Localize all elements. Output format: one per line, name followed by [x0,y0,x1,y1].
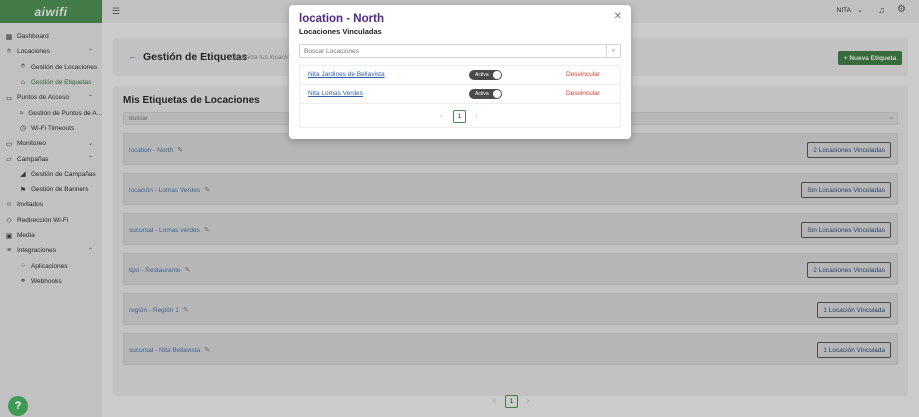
status-toggle[interactable]: Activa [469,89,502,99]
search-icon[interactable]: ⌕ [606,45,620,57]
chevron-right-icon[interactable]: › [475,113,477,120]
toggle-label: Activa [475,91,489,97]
close-icon[interactable]: ✕ [614,11,622,22]
modal-subtitle: Locaciones Vinculadas [299,27,382,36]
page-number[interactable]: 1 [453,110,466,123]
help-button[interactable]: ? [8,396,28,416]
modal-pagination: ‹ 1 › [289,110,631,124]
table-row: Nita Jardines de Bellavista Activa Desvi… [300,66,620,85]
toggle-label: Activa [475,72,489,78]
question-mark-icon: ? [14,400,22,412]
table-row: Nita Lomas Verdes Activa Desvincular [300,85,620,104]
chevron-left-icon[interactable]: ‹ [440,113,442,120]
locations-search-input[interactable] [300,45,607,57]
location-link[interactable]: Nita Lomas Verdes [308,90,363,97]
unlink-button[interactable]: Desvincular [566,71,600,78]
location-link[interactable]: Nita Jardines de Bellavista [308,71,385,78]
modal-search: ⌕ [299,44,621,58]
linked-locations-modal: location - North Locaciones Vinculadas ✕… [289,5,631,139]
modal-title: location - North [299,13,384,25]
unlink-button[interactable]: Desvincular [566,90,600,97]
toggle-knob [493,71,501,79]
status-toggle[interactable]: Activa [469,70,502,80]
toggle-knob [493,90,501,98]
